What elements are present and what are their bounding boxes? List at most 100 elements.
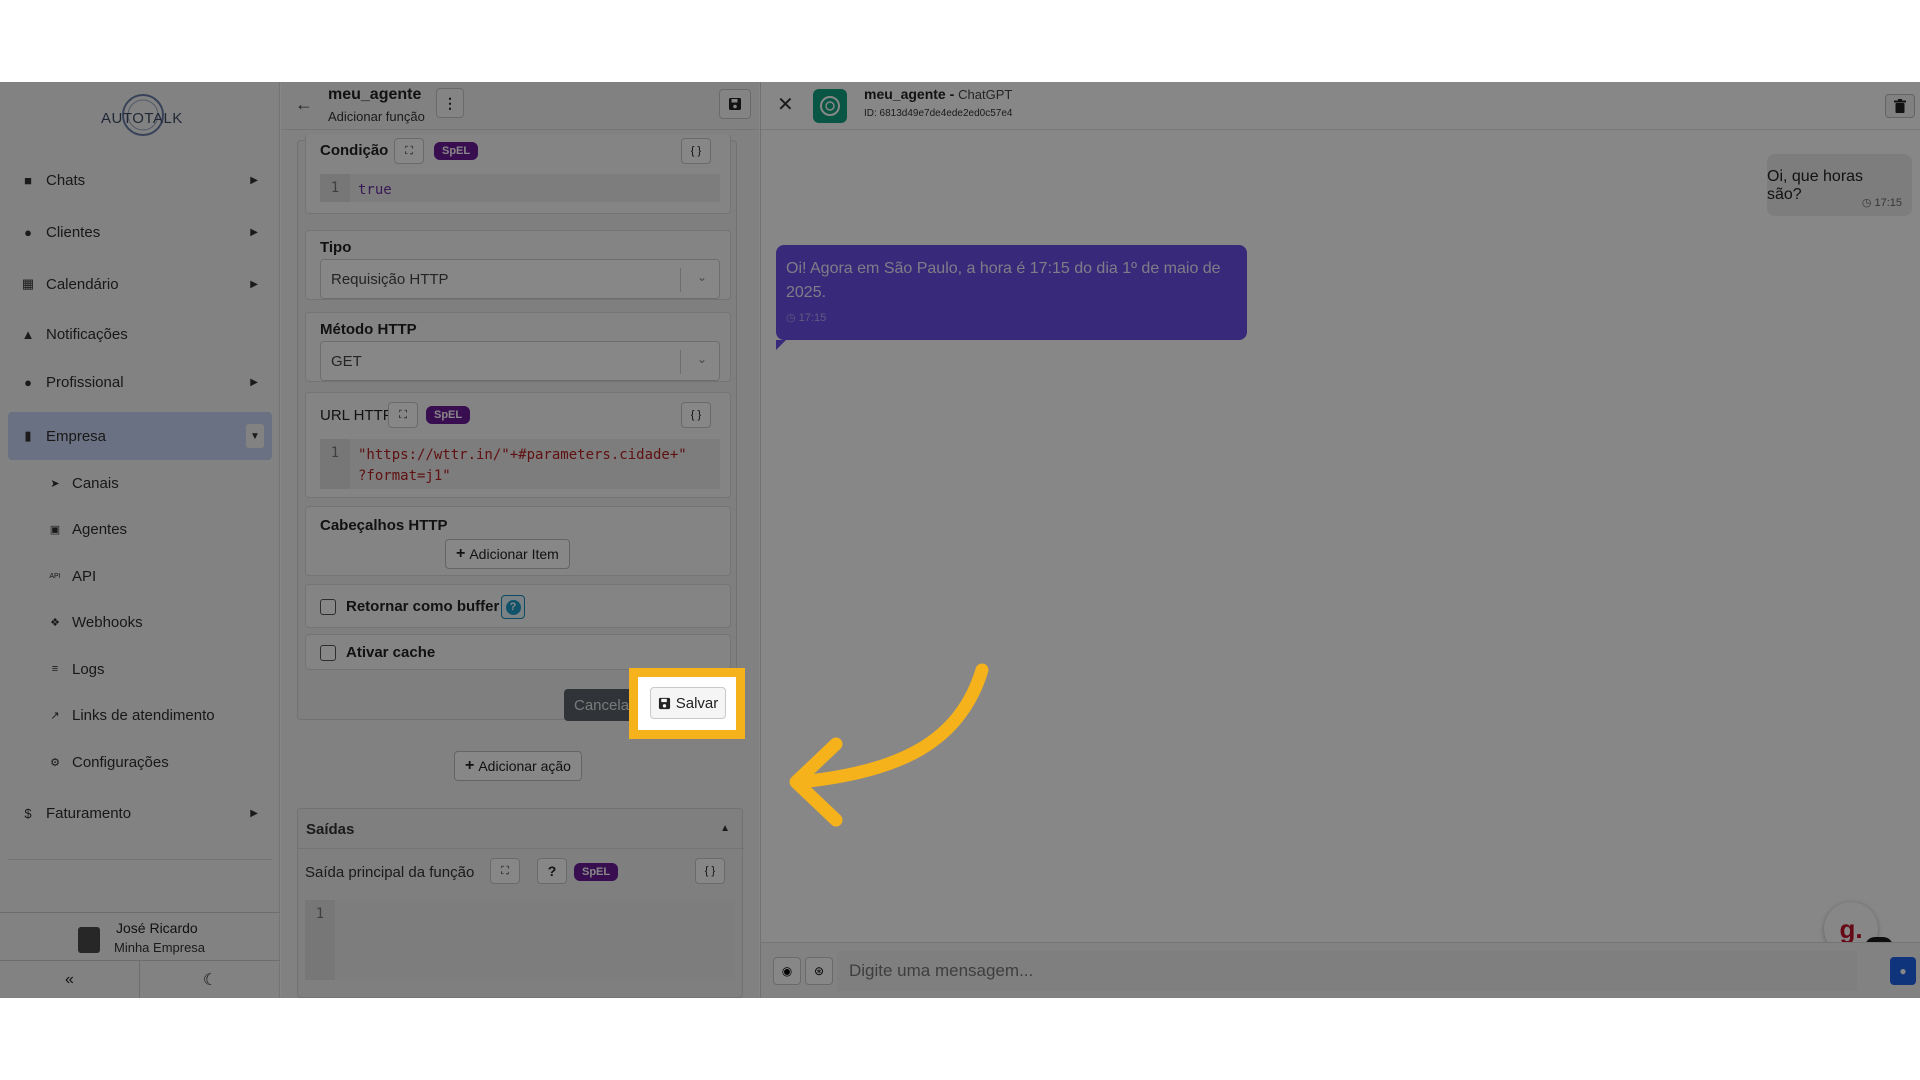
- user-tie-icon: ●: [24, 374, 32, 390]
- sidebar-item-notificacoes[interactable]: ▲ Notificações: [8, 310, 272, 358]
- sidebar: AUTOTALK ■ Chats ▶ ● Clientes ▶ ▦ Calend…: [0, 82, 280, 998]
- more-options-button[interactable]: ⋮: [436, 88, 464, 118]
- condition-code-button[interactable]: { }: [681, 138, 711, 164]
- spel-label: SpEL: [434, 409, 463, 421]
- cache-label: Ativar cache: [346, 644, 436, 661]
- webhook-icon: ❖: [50, 617, 60, 630]
- moon-icon: ☾: [202, 972, 218, 989]
- sidebar-subitem-webhooks[interactable]: ❖ Webhooks: [8, 600, 272, 647]
- dark-mode-toggle[interactable]: ☾: [140, 961, 280, 998]
- sidebar-subitem-label: Logs: [72, 660, 105, 678]
- condition-spel-badge[interactable]: SpEL: [434, 142, 479, 160]
- output-expand-button[interactable]: ⛶: [490, 858, 520, 884]
- floppy-disk-icon: [729, 98, 741, 110]
- autotalk-logo: AUTOTALK: [95, 88, 185, 144]
- braces-icon: { }: [690, 145, 702, 157]
- cancel-label: Cancelar: [574, 696, 635, 714]
- select-divider: [680, 350, 681, 374]
- calendar-icon: ▦: [21, 276, 35, 291]
- sidebar-subitem-api[interactable]: API API: [8, 553, 272, 600]
- type-select[interactable]: Requisição HTTP ⌄: [320, 259, 720, 299]
- back-arrow-icon[interactable]: ←: [295, 94, 313, 115]
- user-info[interactable]: José Ricardo Minha Empresa: [0, 913, 280, 961]
- outputs-header[interactable]: Saídas ▲: [298, 809, 744, 849]
- sidebar-subitem-label: Agentes: [72, 521, 128, 539]
- trash-icon: [1894, 99, 1906, 113]
- select-divider: [680, 268, 681, 292]
- caret-down-icon[interactable]: ▼: [246, 424, 264, 448]
- delete-chat-button[interactable]: [1885, 94, 1915, 118]
- sidebar-item-label: Profissional: [46, 373, 124, 391]
- collapse-sidebar-button[interactable]: «: [0, 961, 140, 998]
- sidebar-item-chats[interactable]: ■ Chats ▶: [8, 154, 272, 206]
- close-icon[interactable]: ✕: [777, 92, 794, 117]
- camera-button[interactable]: ◉: [773, 957, 801, 985]
- message-time: ◷ 17:15: [786, 312, 827, 324]
- save-function-label: Salvar: [675, 694, 719, 712]
- output-code-editor[interactable]: 1: [305, 900, 735, 980]
- sidebar-subitem-agentes[interactable]: ▣ Agentes: [8, 507, 272, 554]
- add-header-item-button[interactable]: + Adicionar Item: [445, 539, 570, 569]
- app-window: AUTOTALK ■ Chats ▶ ● Clientes ▶ ▦ Calend…: [0, 82, 1920, 998]
- add-item-label: Adicionar Item: [469, 546, 559, 562]
- url-panel: URL HTTP ⛶ SpEL { } 1 "https://wttr.in/"…: [305, 392, 731, 498]
- url-code-editor[interactable]: 1 "https://wttr.in/"+#parameters.cidade+…: [320, 439, 720, 489]
- sidebar-subitem-configuracoes[interactable]: ⚙ Configurações: [8, 739, 272, 786]
- sidebar-item-profissional[interactable]: ● Profissional ▶: [8, 358, 272, 406]
- headers-label: Cabeçalhos HTTP: [320, 517, 448, 534]
- sidebar-item-label: Calendário: [46, 275, 119, 293]
- sidebar-subitem-canais[interactable]: ➤ Canais: [8, 460, 272, 507]
- attach-button[interactable]: ⊛: [805, 957, 833, 985]
- editor-subtitle: Adicionar função: [328, 109, 425, 124]
- condition-panel: Condição ⛶ SpEL { } 1 true: [305, 134, 731, 214]
- url-spel-badge[interactable]: SpEL: [426, 406, 471, 424]
- message-input[interactable]: [837, 951, 1857, 991]
- user-name: José Ricardo: [116, 920, 198, 936]
- url-code-button[interactable]: { }: [681, 402, 711, 428]
- url-expand-button[interactable]: ⛶: [388, 402, 418, 428]
- output-help-button[interactable]: ?: [537, 858, 567, 884]
- sidebar-item-calendario[interactable]: ▦ Calendário ▶: [8, 258, 272, 310]
- caret-up-icon: ▲: [720, 823, 730, 834]
- chat-agent-id: ID: 6813d49e7de4ede2ed0c57e4: [864, 108, 1013, 119]
- sidebar-subitem-links[interactable]: ↗ Links de atendimento: [8, 693, 272, 740]
- sidebar-item-clientes[interactable]: ● Clientes ▶: [8, 206, 272, 258]
- condition-label: Condição: [320, 142, 389, 159]
- condition-expand-button[interactable]: ⛶: [394, 138, 424, 164]
- question-icon: ?: [547, 863, 557, 879]
- add-action-button[interactable]: + Adicionar ação: [454, 751, 582, 781]
- condition-code-editor[interactable]: 1 true: [320, 174, 720, 202]
- chat-agent-name: meu_agente - ChatGPT: [864, 86, 1013, 102]
- annotation-arrow-icon: [789, 663, 989, 827]
- chevron-down-icon: ⌄: [696, 352, 707, 366]
- chat-panel: ✕ meu_agente - ChatGPT ID: 6813d49e7de4e…: [760, 82, 1920, 998]
- plus-icon: +: [465, 757, 475, 774]
- cancel-button[interactable]: Cancelar: [564, 689, 638, 721]
- sidebar-item-label: Chats: [46, 171, 86, 189]
- output-code-button[interactable]: { }: [695, 858, 725, 884]
- sidebar-item-empresa[interactable]: ▮ Empresa ▼: [8, 412, 272, 460]
- cache-checkbox[interactable]: [320, 645, 336, 661]
- sidebar-subitem-logs[interactable]: ≡ Logs: [8, 646, 272, 693]
- headers-panel: Cabeçalhos HTTP + Adicionar Item: [305, 506, 731, 576]
- method-select[interactable]: GET ⌄: [320, 341, 720, 381]
- rocket-icon: ➤: [50, 477, 60, 490]
- robot-icon: ▣: [49, 524, 61, 537]
- url-label: URL HTTP: [320, 407, 393, 424]
- bubble-tail: [776, 340, 786, 350]
- microphone-icon: ●: [1899, 964, 1907, 978]
- save-agent-button[interactable]: [719, 89, 751, 119]
- sidebar-divider: [8, 859, 272, 860]
- output-spel-badge[interactable]: SpEL: [574, 863, 619, 881]
- buffer-help-button[interactable]: ?: [501, 595, 525, 619]
- chat-header: ✕ meu_agente - ChatGPT ID: 6813d49e7de4e…: [761, 82, 1920, 130]
- message-time-text: 17:15: [798, 312, 827, 324]
- sidebar-item-faturamento[interactable]: $ Faturamento ▶: [8, 786, 272, 842]
- type-label: Tipo: [320, 239, 352, 256]
- message-time: ◷ 17:15: [1861, 197, 1902, 209]
- save-function-button[interactable]: Salvar: [650, 687, 726, 719]
- sidebar-item-label: Clientes: [46, 223, 101, 241]
- buffer-label: Retornar como buffer: [346, 598, 500, 615]
- buffer-checkbox[interactable]: [320, 599, 336, 615]
- microphone-button[interactable]: ●: [1890, 957, 1916, 985]
